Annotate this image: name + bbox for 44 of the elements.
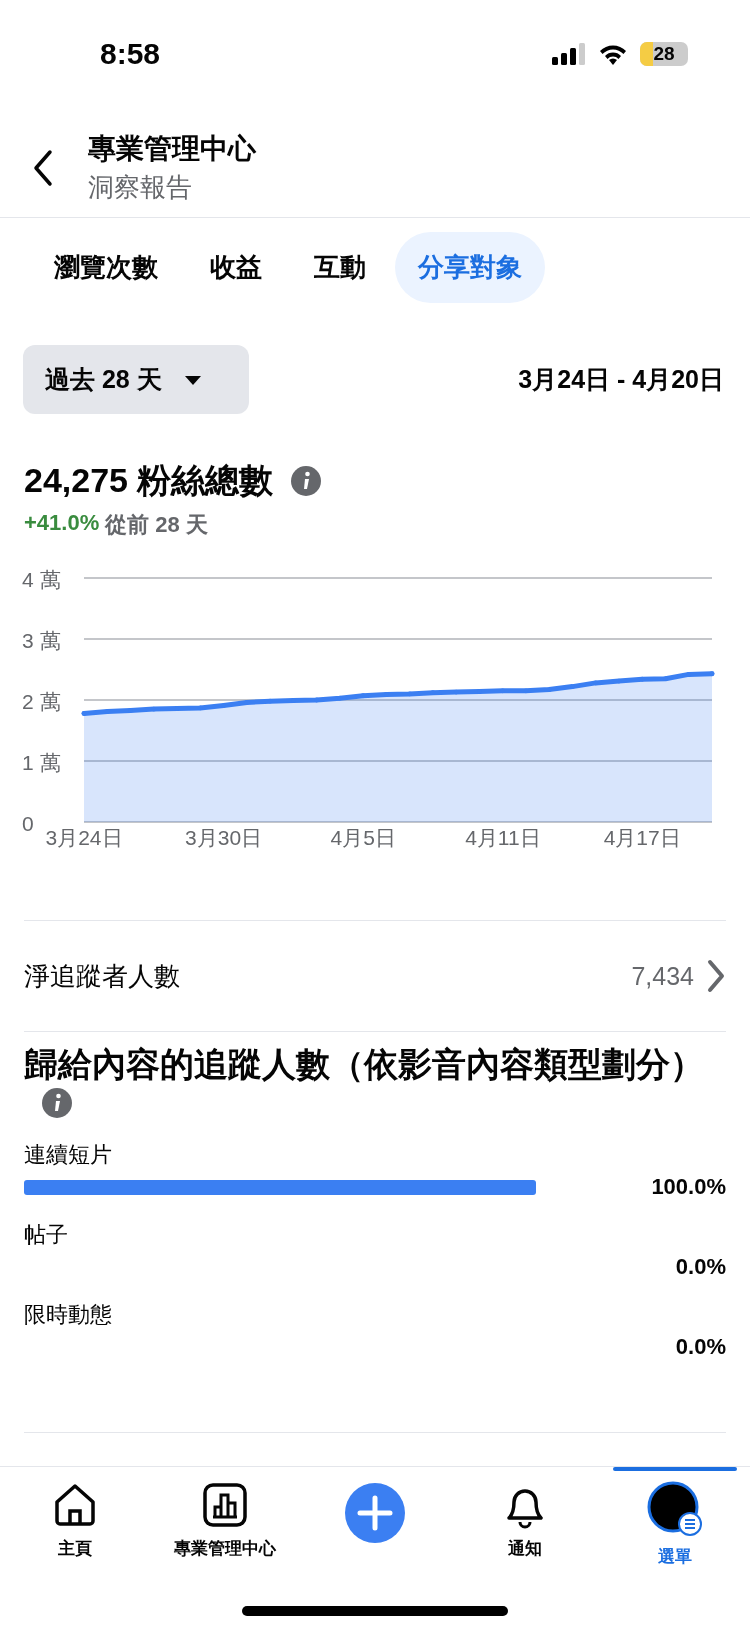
nav-tab[interactable]: 選單 (600, 1467, 750, 1593)
axis-label: 4 萬 (22, 568, 61, 591)
axis-label: 0 (22, 812, 34, 835)
avatar-icon (647, 1481, 703, 1537)
signal-icon (552, 43, 586, 65)
tab[interactable]: 互動 (291, 232, 389, 303)
status-time: 8:58 (100, 37, 161, 71)
category-label: 連續短片 (24, 1141, 113, 1169)
axis-label: 3月30日 (185, 825, 263, 851)
total-followers: 24,275 粉絲總數 (24, 460, 274, 501)
tab[interactable]: 瀏覽次數 (31, 232, 181, 303)
axis-label: 1 萬 (22, 751, 61, 774)
info-icon[interactable] (291, 466, 322, 496)
percentage: 0.0% (674, 1334, 726, 1360)
page-title: 專業管理中心 (88, 132, 256, 166)
info-icon[interactable] (42, 1088, 72, 1118)
date-range: 3月24日 - 4月20日 (518, 364, 724, 395)
axis-label: 4月5日 (330, 825, 396, 851)
axis-label: 4月17日 (603, 825, 681, 851)
change-percent: +41.0% (24, 510, 100, 537)
wifi-icon (598, 43, 628, 65)
net-followers-row[interactable]: 淨追蹤者人數 7,434 (24, 920, 726, 1032)
nav-tab[interactable]: 主頁 (0, 1467, 150, 1593)
caret-icon (183, 374, 202, 385)
tab[interactable]: 分享對象 (395, 232, 545, 303)
add-icon (345, 1483, 405, 1543)
battery-icon: 28 (640, 42, 688, 66)
date-range-dropdown[interactable]: 過去 28 天 (23, 345, 249, 414)
axis-label: 3月24日 (45, 825, 123, 851)
page-subtitle: 洞察報告 (88, 171, 193, 204)
chevron-icon (706, 959, 726, 993)
axis-label: 4月11日 (465, 825, 541, 851)
section-title: 歸給內容的追蹤人數（依影音內容類型劃分） (24, 1046, 726, 1118)
nav-tab[interactable]: 通知 (450, 1467, 600, 1593)
axis-label: 2 萬 (22, 690, 61, 713)
category-label: 帖子 (24, 1221, 69, 1249)
nav-tab[interactable]: 專業管理中心 (150, 1467, 300, 1593)
axis-label: 3 萬 (22, 629, 61, 652)
percentage: 100.0% (650, 1174, 726, 1200)
percentage: 0.0% (674, 1254, 726, 1280)
chart-icon (201, 1481, 249, 1529)
comparison-period: 從前 28 天 (105, 511, 208, 539)
tab[interactable]: 收益 (187, 232, 285, 303)
category-label: 限時動態 (24, 1301, 113, 1329)
